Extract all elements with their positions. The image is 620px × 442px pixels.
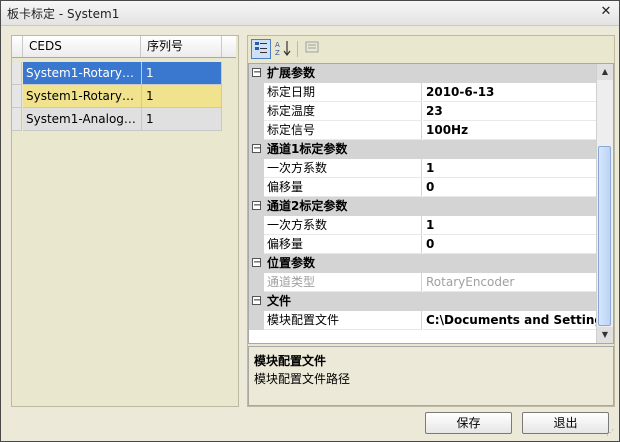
property-value[interactable]: 23 (423, 102, 596, 121)
row-gutter (249, 235, 264, 254)
category-row[interactable]: − 位置参数 (249, 254, 596, 273)
property-name: 标定日期 (264, 83, 422, 102)
row-gutter (249, 178, 264, 197)
row-gutter (249, 273, 264, 292)
row-gutter (249, 216, 264, 235)
row-selector[interactable] (12, 62, 22, 85)
cell-serial[interactable]: 1 (142, 85, 222, 108)
category-label: 文件 (267, 294, 292, 308)
row-gutter (249, 102, 264, 121)
collapse-icon[interactable]: − (252, 201, 261, 211)
column-header-ceds[interactable]: CEDS (23, 36, 141, 57)
property-row[interactable]: 标定日期 2010-6-13 (249, 83, 596, 102)
property-name: 一次方系数 (264, 159, 422, 178)
property-pages-icon[interactable] (302, 39, 322, 59)
property-name: 标定信号 (264, 121, 422, 140)
table-row[interactable]: System1-AnalogueInput 1 (12, 108, 222, 131)
row-gutter (249, 311, 264, 330)
row-gutter (249, 83, 264, 102)
property-row[interactable]: 偏移量 0 (249, 235, 596, 254)
property-row[interactable]: 模块配置文件 C:\Documents and Settings (249, 311, 596, 330)
scrollbar-thumb[interactable] (598, 146, 611, 326)
save-button[interactable]: 保存 (425, 412, 512, 434)
description-pane: 模块配置文件 模块配置文件路径 (248, 346, 614, 406)
column-header-serial[interactable]: 序列号 (142, 36, 222, 57)
property-name: 偏移量 (264, 235, 422, 254)
category-row[interactable]: − 文件 (249, 292, 596, 311)
svg-text:A: A (275, 41, 280, 49)
dialog-window: 板卡标定 - System1 ✕ CEDS 序列号 System1-Rotary… (0, 0, 620, 442)
collapse-icon[interactable]: − (252, 144, 261, 154)
property-grid: − 扩展参数 标定日期 2010-6-13 标定温度 23 标定信号 100Hz… (248, 63, 614, 344)
cell-serial[interactable]: 1 (142, 62, 222, 85)
category-label: 通道1标定参数 (267, 142, 348, 156)
category-label: 位置参数 (267, 256, 316, 270)
property-value: RotaryEncoder (423, 273, 596, 292)
property-panel: AZ − 扩展参数 标定日期 2010-6-13 标定温度 23 标定信号 10… (247, 35, 615, 407)
property-value[interactable]: 0 (423, 178, 596, 197)
grid-header: CEDS 序列号 (12, 36, 236, 58)
window-title: 板卡标定 - System1 (7, 7, 120, 21)
table-row[interactable]: System1-RotaryEncoder2 1 (12, 85, 222, 108)
cell-ceds[interactable]: System1-AnalogueInput (23, 108, 142, 131)
property-name: 通道类型 (264, 273, 422, 292)
row-gutter (249, 121, 264, 140)
property-row[interactable]: 标定信号 100Hz (249, 121, 596, 140)
category-label: 通道2标定参数 (267, 199, 348, 213)
property-row[interactable]: 通道类型 RotaryEncoder (249, 273, 596, 292)
category-label: 扩展参数 (267, 66, 316, 80)
categorized-view-icon[interactable] (251, 39, 271, 59)
category-row[interactable]: − 扩展参数 (249, 64, 596, 83)
property-name: 标定温度 (264, 102, 422, 121)
property-row[interactable]: 一次方系数 1 (249, 216, 596, 235)
collapse-icon[interactable]: − (252, 296, 261, 306)
property-name: 一次方系数 (264, 216, 422, 235)
property-name: 偏移量 (264, 178, 422, 197)
row-header-corner (12, 36, 23, 57)
scroll-up-icon[interactable]: ▲ (597, 64, 613, 80)
property-row[interactable]: 偏移量 0 (249, 178, 596, 197)
cell-ceds[interactable]: System1-RotaryEncoder2 (23, 85, 142, 108)
row-gutter (249, 159, 264, 178)
property-value[interactable]: 1 (423, 159, 596, 178)
property-value[interactable]: C:\Documents and Settings (423, 311, 596, 330)
property-toolbar: AZ (248, 36, 614, 62)
toolbar-separator (297, 41, 298, 57)
collapse-icon[interactable]: − (252, 258, 261, 268)
table-row[interactable]: System1-RotaryEncoder1 1 (12, 62, 222, 85)
property-name: 模块配置文件 (264, 311, 422, 330)
collapse-icon[interactable]: − (252, 68, 261, 78)
property-value[interactable]: 0 (423, 235, 596, 254)
row-selector[interactable] (12, 108, 22, 131)
category-row[interactable]: − 通道2标定参数 (249, 197, 596, 216)
description-title: 模块配置文件 (254, 354, 327, 368)
cell-ceds[interactable]: System1-RotaryEncoder1 (23, 62, 142, 85)
property-value[interactable]: 2010-6-13 (423, 83, 596, 102)
property-value[interactable]: 100Hz (423, 121, 596, 140)
close-icon[interactable]: ✕ (599, 5, 613, 19)
property-value[interactable]: 1 (423, 216, 596, 235)
scroll-down-icon[interactable]: ▼ (597, 327, 613, 343)
title-bar[interactable]: 板卡标定 - System1 ✕ (1, 1, 619, 26)
cell-serial[interactable]: 1 (142, 108, 222, 131)
category-row[interactable]: − 通道1标定参数 (249, 140, 596, 159)
vertical-scrollbar[interactable]: ▲ ▼ (596, 64, 613, 343)
svg-text:Z: Z (275, 49, 280, 57)
resize-grip-icon[interactable]: ⋰ (606, 428, 616, 438)
description-text: 模块配置文件路径 (254, 372, 351, 386)
property-row[interactable]: 一次方系数 1 (249, 159, 596, 178)
property-row[interactable]: 标定温度 23 (249, 102, 596, 121)
sort-alphabetical-icon[interactable]: AZ (273, 39, 293, 59)
exit-button[interactable]: 退出 (522, 412, 609, 434)
row-selector[interactable] (12, 85, 22, 108)
device-list-grid: CEDS 序列号 System1-RotaryEncoder1 1 System… (11, 35, 239, 407)
